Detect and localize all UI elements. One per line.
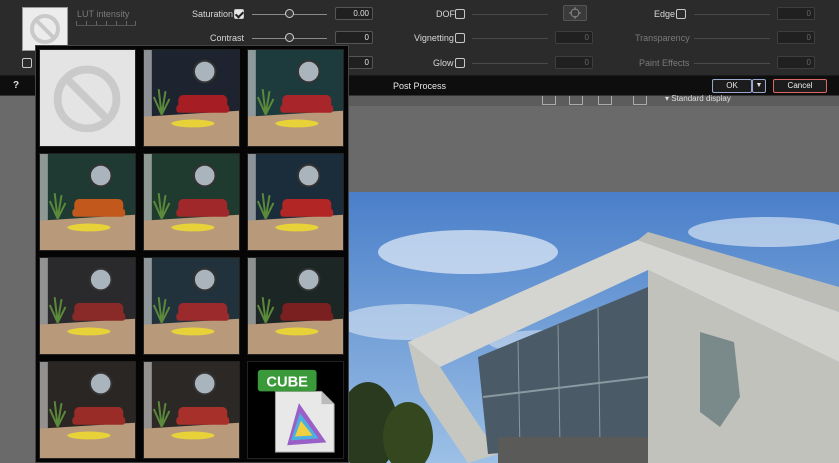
background-app-toolbar xyxy=(348,96,839,106)
room-preview-icon xyxy=(144,362,239,458)
edge-value-field[interactable]: 0 xyxy=(777,7,815,20)
contrast-slider-handle[interactable] xyxy=(285,33,294,42)
view-layout-icon[interactable] xyxy=(542,96,556,105)
lut-preset-9[interactable] xyxy=(247,257,344,355)
saturation-slider-handle[interactable] xyxy=(285,9,294,18)
saturation-value-field[interactable]: 0.00 xyxy=(335,7,373,20)
edge-checkbox[interactable] xyxy=(676,9,686,19)
room-preview-icon xyxy=(248,258,343,354)
contrast-value-field[interactable]: 0 xyxy=(335,31,373,44)
view-split-icon[interactable] xyxy=(569,96,583,105)
dof-focus-picker-button[interactable] xyxy=(563,5,587,21)
transparency-value-field[interactable]: 0 xyxy=(777,31,815,44)
lut-preset-11[interactable] xyxy=(143,361,240,459)
lut-preset-8[interactable] xyxy=(143,257,240,355)
display-mode-label[interactable]: ▾ Standard display xyxy=(665,94,731,103)
ok-dropdown-arrow[interactable]: ▼ xyxy=(752,79,766,93)
paint-effects-label: Paint Effects xyxy=(639,58,690,68)
cube-label: CUBE xyxy=(266,374,308,390)
cube-file-icon: CUBE xyxy=(248,362,343,458)
post-process-window: LUT intensity Saturation 0.00 Contrast 0… xyxy=(0,0,839,463)
dof-label: DOF xyxy=(436,9,455,19)
no-lut-icon xyxy=(40,50,135,146)
glow-slider[interactable] xyxy=(472,63,548,64)
display-mode-icon[interactable] xyxy=(633,96,647,105)
room-preview-icon xyxy=(144,258,239,354)
dof-slider[interactable] xyxy=(472,14,548,15)
crosshair-icon xyxy=(569,7,581,19)
no-lut-icon xyxy=(23,8,67,50)
lut-preset-12[interactable]: CUBE xyxy=(247,361,344,459)
lut-preset-6[interactable] xyxy=(247,153,344,251)
paint-effects-value-field[interactable]: 0 xyxy=(777,56,815,69)
transparency-label: Transparency xyxy=(635,33,690,43)
lut-intensity-slider[interactable] xyxy=(76,20,136,26)
ok-button[interactable]: OK xyxy=(712,79,752,93)
contrast-label: Contrast xyxy=(210,33,245,43)
saturation-label: Saturation xyxy=(192,9,234,19)
transparency-slider[interactable] xyxy=(694,38,770,39)
cancel-button[interactable]: Cancel xyxy=(773,79,827,93)
room-preview-icon xyxy=(248,154,343,250)
glow-label: Glow xyxy=(433,58,454,68)
vignetting-value-field[interactable]: 0 xyxy=(555,31,593,44)
room-preview-icon xyxy=(144,154,239,250)
vignetting-label: Vignetting xyxy=(414,33,454,43)
lut-preset-3[interactable] xyxy=(247,49,344,147)
building-render-image xyxy=(348,192,839,463)
lut-preset-panel: CUBE xyxy=(35,45,349,463)
glow-value-field[interactable]: 0 xyxy=(555,56,593,69)
edge-slider[interactable] xyxy=(694,14,770,15)
lut-intensity-label: LUT intensity xyxy=(77,9,130,19)
view-quad-icon[interactable] xyxy=(598,96,612,105)
edge-label: Edge xyxy=(654,9,676,19)
paint-effects-slider[interactable] xyxy=(694,63,770,64)
dof-checkbox[interactable] xyxy=(455,9,465,19)
room-preview-icon xyxy=(40,362,135,458)
render-viewport[interactable] xyxy=(348,192,839,463)
saturation-checkbox[interactable] xyxy=(234,9,244,19)
lut-preset-7[interactable] xyxy=(39,257,136,355)
room-preview-icon xyxy=(144,50,239,146)
lut-preset-2[interactable] xyxy=(143,49,240,147)
lut-preset-4[interactable] xyxy=(39,153,136,251)
room-preview-icon xyxy=(40,258,135,354)
glow-checkbox[interactable] xyxy=(455,58,465,68)
vignetting-checkbox[interactable] xyxy=(455,33,465,43)
room-preview-icon xyxy=(40,154,135,250)
display-mode-text: Standard display xyxy=(671,94,731,103)
lut-enable-checkbox[interactable] xyxy=(22,58,32,68)
room-preview-icon xyxy=(248,50,343,146)
lut-preset-5[interactable] xyxy=(143,153,240,251)
lut-preset-1[interactable] xyxy=(39,49,136,147)
lut-preset-10[interactable] xyxy=(39,361,136,459)
vignetting-slider[interactable] xyxy=(472,38,548,39)
